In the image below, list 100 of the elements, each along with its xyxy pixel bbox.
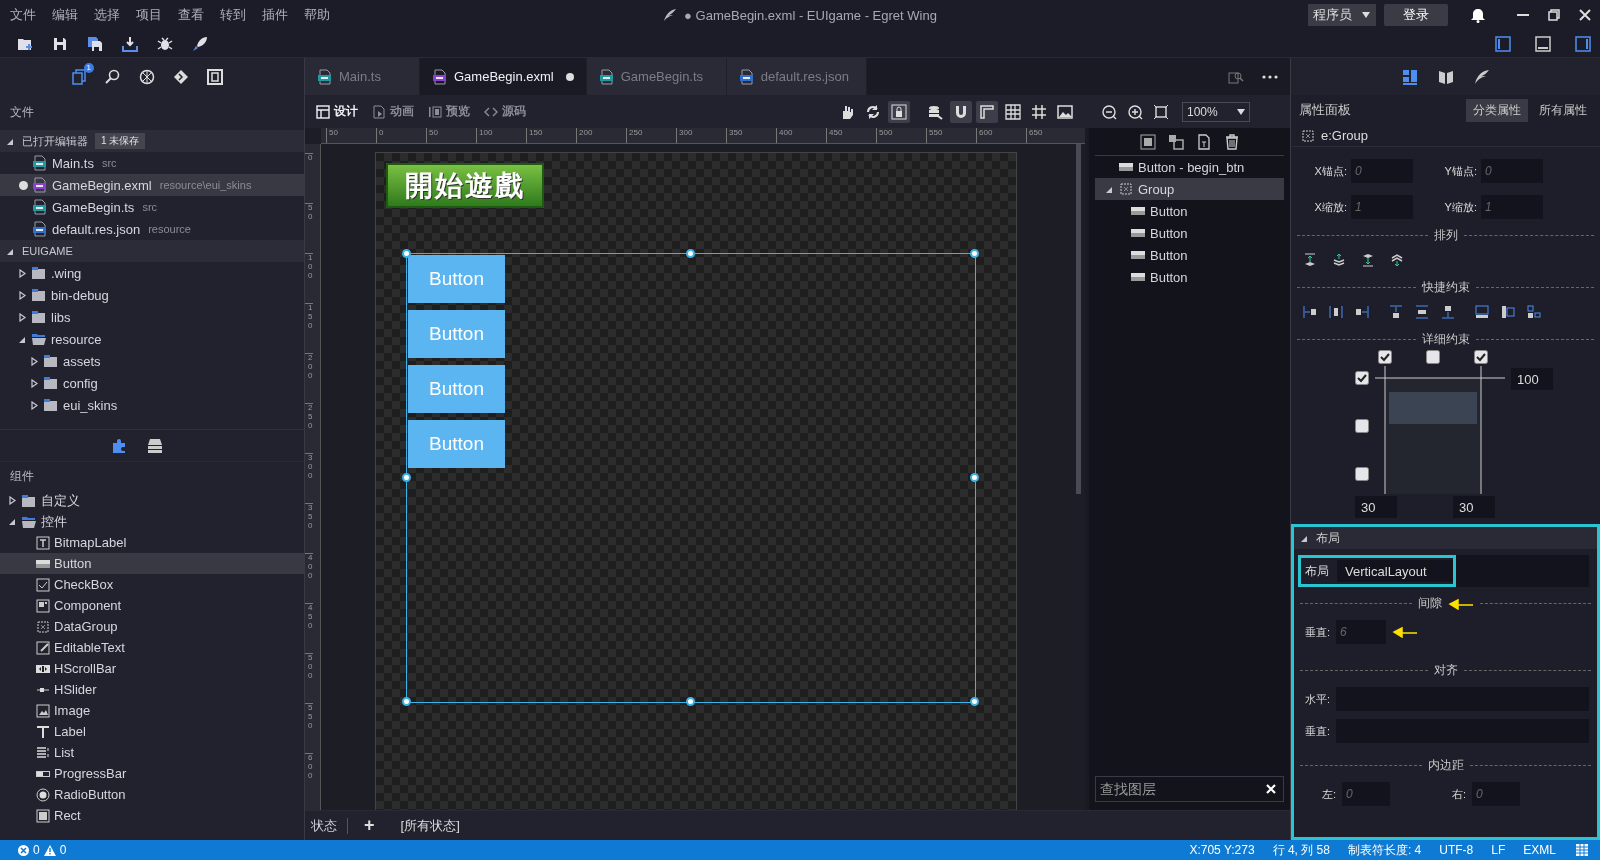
number-field[interactable]: 30 bbox=[1453, 496, 1495, 518]
bug-button[interactable] bbox=[156, 34, 174, 53]
folder-item[interactable]: bin-debug bbox=[0, 284, 304, 306]
file-item[interactable]: GameBegin.exml resource\eui_skins bbox=[0, 174, 304, 196]
constraint-button[interactable] bbox=[1475, 305, 1489, 319]
constraint-button[interactable] bbox=[1303, 305, 1317, 319]
layer-item[interactable]: Button bbox=[1095, 244, 1284, 266]
layer-item[interactable]: Button bbox=[1095, 222, 1284, 244]
download-button[interactable] bbox=[121, 34, 139, 53]
checkbox[interactable] bbox=[1355, 371, 1369, 385]
resize-handle[interactable] bbox=[970, 697, 979, 706]
resize-handle[interactable] bbox=[402, 697, 411, 706]
arrange-button[interactable] bbox=[1303, 253, 1317, 267]
activity-button[interactable] bbox=[206, 67, 224, 86]
section-header[interactable]: 已打开编辑器 1 未保存 bbox=[0, 130, 304, 152]
component-item[interactable]: Button bbox=[0, 553, 304, 574]
status-item[interactable]: 制表符长度: 4 bbox=[1347, 841, 1422, 859]
number-field[interactable]: 0 bbox=[1472, 782, 1520, 806]
status-item[interactable]: X:705 Y:273 bbox=[1189, 843, 1255, 857]
add-state-button[interactable]: + bbox=[358, 815, 381, 836]
checkbox[interactable] bbox=[1426, 350, 1440, 364]
number-field[interactable]: 1 bbox=[1351, 195, 1413, 219]
zoom-dropdown[interactable]: 100% bbox=[1182, 101, 1250, 122]
more-button[interactable] bbox=[1262, 74, 1278, 79]
arrange-button[interactable] bbox=[1390, 253, 1404, 267]
layer-item[interactable]: Button bbox=[1095, 266, 1284, 288]
file-item[interactable]: GameBegin.ts src bbox=[0, 196, 304, 218]
component-item[interactable]: DataGroup bbox=[0, 616, 304, 637]
components-button[interactable] bbox=[111, 437, 127, 454]
component-item[interactable]: Component bbox=[0, 595, 304, 616]
status-item[interactable]: EXML bbox=[1523, 843, 1556, 857]
constraint-button[interactable] bbox=[1501, 305, 1515, 319]
layer-item[interactable]: Button bbox=[1095, 200, 1284, 222]
folder-item[interactable]: libs bbox=[0, 306, 304, 328]
checkbox[interactable] bbox=[1378, 350, 1392, 364]
property-tab[interactable]: 分类属性 bbox=[1466, 98, 1528, 122]
folder-item[interactable]: 自定义 bbox=[0, 490, 304, 511]
mode-tab[interactable]: 源码 bbox=[479, 99, 531, 124]
resize-handle[interactable] bbox=[686, 249, 695, 258]
panel-toggle-button[interactable] bbox=[1534, 34, 1552, 53]
constraint-button[interactable] bbox=[1329, 305, 1343, 319]
component-item[interactable]: EditableText bbox=[0, 637, 304, 658]
constraint-button[interactable] bbox=[1355, 305, 1369, 319]
mode-tab[interactable]: 动画 bbox=[367, 99, 419, 124]
number-field[interactable]: 100 bbox=[1511, 368, 1553, 390]
caret-icon[interactable] bbox=[18, 290, 27, 300]
menu-item[interactable]: 选择 bbox=[86, 6, 128, 24]
number-field[interactable]: 0 bbox=[1342, 782, 1390, 806]
layer-tool-button[interactable] bbox=[1223, 133, 1240, 150]
layer-tool-button[interactable] bbox=[1167, 133, 1184, 150]
caret-icon[interactable] bbox=[30, 378, 39, 388]
number-field[interactable]: 6 bbox=[1336, 620, 1386, 644]
component-item[interactable]: Rect bbox=[0, 805, 304, 826]
save-all-button[interactable] bbox=[86, 34, 104, 53]
mode-tab[interactable]: 设计 bbox=[311, 99, 363, 124]
panel-toggle-button[interactable] bbox=[1494, 34, 1512, 53]
constraint-button[interactable] bbox=[1441, 305, 1455, 319]
activity-button[interactable] bbox=[138, 67, 156, 86]
layer-item[interactable]: Group bbox=[1095, 178, 1284, 200]
property-tab[interactable]: 所有属性 bbox=[1532, 98, 1594, 122]
menu-item[interactable]: 插件 bbox=[254, 6, 296, 24]
folder-item[interactable]: assets bbox=[0, 350, 304, 372]
layout-dropdown[interactable]: VerticalLayout bbox=[1337, 560, 1453, 582]
checkbox[interactable] bbox=[1355, 467, 1369, 481]
file-item[interactable]: default.res.json resource bbox=[0, 218, 304, 240]
component-item[interactable]: HSlider bbox=[0, 679, 304, 700]
scrollbar[interactable] bbox=[1076, 144, 1081, 494]
panel-switch-button[interactable] bbox=[1401, 68, 1418, 85]
status-item[interactable]: UTF-8 bbox=[1439, 843, 1474, 857]
explorer-button[interactable] bbox=[70, 67, 88, 86]
keyboard-button[interactable] bbox=[1576, 844, 1588, 856]
menu-item[interactable]: 帮助 bbox=[296, 6, 338, 24]
component-item[interactable]: RadioButton bbox=[0, 784, 304, 805]
tool-button[interactable] bbox=[976, 100, 998, 123]
caret-icon[interactable] bbox=[18, 312, 27, 322]
number-field[interactable]: 0 bbox=[1351, 159, 1413, 183]
layer-item[interactable]: Button - begin_btn bbox=[1095, 156, 1284, 178]
arrange-button[interactable] bbox=[1361, 253, 1375, 267]
component-item[interactable]: Label bbox=[0, 721, 304, 742]
constraint-button[interactable] bbox=[1389, 305, 1403, 319]
tool-button[interactable] bbox=[950, 100, 972, 123]
folder-item[interactable]: 控件 bbox=[0, 511, 304, 532]
number-field[interactable]: 1 bbox=[1481, 195, 1543, 219]
folder-item[interactable]: eui_skins bbox=[0, 394, 304, 416]
folder-item[interactable]: .wing bbox=[0, 262, 304, 284]
library-button[interactable] bbox=[147, 437, 163, 454]
menu-item[interactable]: 项目 bbox=[128, 6, 170, 24]
caret-icon[interactable] bbox=[8, 517, 17, 526]
clear-icon[interactable] bbox=[1266, 784, 1276, 794]
panel-switch-button[interactable] bbox=[1473, 68, 1490, 85]
panel-toggle-button[interactable] bbox=[1574, 34, 1592, 53]
checkbox[interactable] bbox=[1355, 419, 1369, 433]
layer-tool-button[interactable] bbox=[1139, 133, 1156, 150]
activity-button[interactable] bbox=[104, 67, 122, 86]
menu-item[interactable]: 查看 bbox=[170, 6, 212, 24]
problems-button[interactable]: 0 0 bbox=[18, 843, 67, 857]
activity-button[interactable] bbox=[172, 67, 190, 86]
resize-handle[interactable] bbox=[970, 249, 979, 258]
component-item[interactable]: HScrollBar bbox=[0, 658, 304, 679]
layer-tool-button[interactable] bbox=[1195, 133, 1212, 150]
